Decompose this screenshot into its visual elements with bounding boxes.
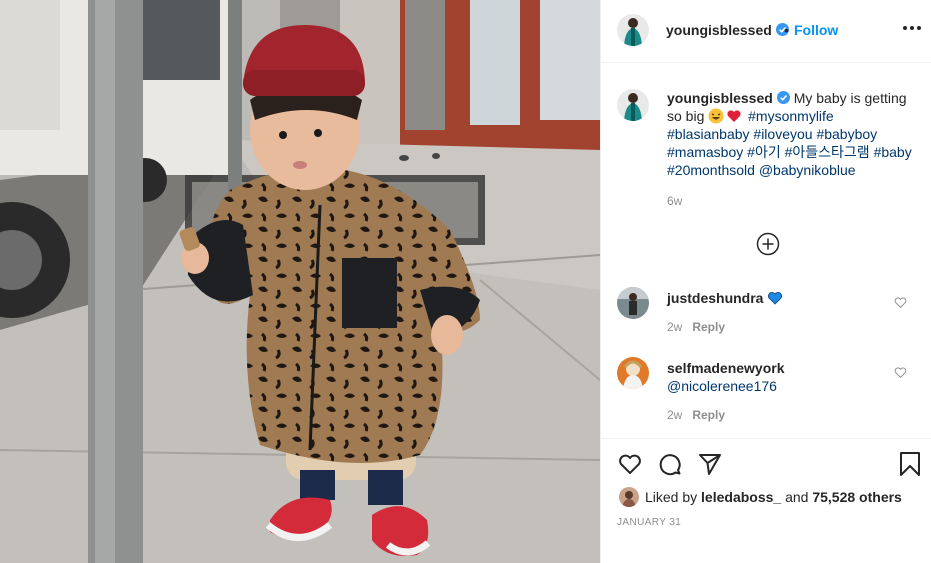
grinning-face-emoji-icon (708, 108, 724, 124)
avatar[interactable] (617, 287, 649, 319)
more-options-icon[interactable] (900, 18, 924, 38)
hashtag-link[interactable]: #아들스타그램 (785, 144, 870, 160)
post-date[interactable]: JANUARY 31 (617, 517, 681, 528)
add-circle-icon[interactable] (756, 232, 780, 256)
heart-icon[interactable] (617, 451, 643, 477)
likes-summary: Liked by leledaboss_ and 75,528 others (619, 487, 902, 507)
hashtag-link[interactable]: #mamasboy (667, 144, 743, 160)
comment-timestamp[interactable]: 2w (667, 320, 682, 334)
liker-username[interactable]: leledaboss_ (701, 489, 781, 505)
hashtag-link[interactable]: #blasianbaby (667, 126, 750, 142)
likes-count[interactable]: 75,528 others (812, 489, 902, 505)
hashtag-link[interactable]: #babyboy (816, 126, 877, 142)
comment-item: selfmadenewyork @nicolerenee176 2w Reply (601, 357, 931, 422)
hashtag-link[interactable]: #20monthsold (667, 162, 755, 178)
username-text[interactable]: youngisblessed (666, 22, 772, 38)
red-heart-emoji-icon (727, 110, 741, 122)
caption-username[interactable]: youngisblessed (667, 90, 773, 106)
post-side-panel: youngisblessed • Follow youngisblessed M… (600, 0, 931, 563)
bookmark-icon[interactable] (897, 451, 923, 477)
mention-link[interactable]: @babynikoblue (759, 162, 856, 178)
comment-icon[interactable] (657, 451, 683, 477)
verified-badge-icon (776, 91, 790, 104)
comment-meta: 2w Reply (667, 408, 725, 422)
avatar[interactable] (617, 14, 649, 46)
caption-timestamp[interactable]: 6w (667, 194, 682, 208)
likes-prefix: Liked by (645, 489, 698, 505)
avatar[interactable] (617, 89, 649, 121)
separator-dot: • (784, 22, 789, 38)
comment-username[interactable]: selfmadenewyork (667, 360, 785, 376)
comment-item: justdeshundra 2w Reply (601, 287, 931, 347)
share-icon[interactable] (697, 451, 723, 477)
hashtag-link[interactable]: #mysonmylife (748, 108, 834, 124)
comment-timestamp[interactable]: 2w (667, 408, 682, 422)
comment-text: justdeshundra (667, 289, 887, 307)
hashtag-link[interactable]: #iloveyou (753, 126, 812, 142)
reply-button[interactable]: Reply (692, 408, 725, 422)
post-photo[interactable] (0, 0, 600, 563)
mention-link[interactable]: @nicolerenee176 (667, 378, 777, 394)
likes-middle: and (785, 489, 809, 505)
post-actions: Liked by leledaboss_ and 75,528 others J… (601, 438, 931, 563)
blue-heart-emoji-icon (768, 292, 783, 305)
comment-meta: 2w Reply (667, 320, 725, 334)
avatar[interactable] (617, 357, 649, 389)
hashtag-link[interactable]: #baby (874, 144, 912, 160)
follow-button[interactable]: Follow (794, 22, 838, 38)
comment-text: selfmadenewyork @nicolerenee176 (667, 359, 887, 395)
comment-username[interactable]: justdeshundra (667, 290, 763, 306)
post-author-username[interactable]: youngisblessed (666, 22, 789, 38)
avatar[interactable] (619, 487, 639, 507)
post-header: youngisblessed • Follow (601, 0, 931, 63)
like-comment-heart-icon[interactable] (894, 366, 907, 379)
like-comment-heart-icon[interactable] (894, 296, 907, 309)
caption-text: youngisblessed My baby is getting so big… (667, 89, 912, 179)
hashtag-link[interactable]: #아기 (747, 144, 781, 160)
reply-button[interactable]: Reply (692, 320, 725, 334)
